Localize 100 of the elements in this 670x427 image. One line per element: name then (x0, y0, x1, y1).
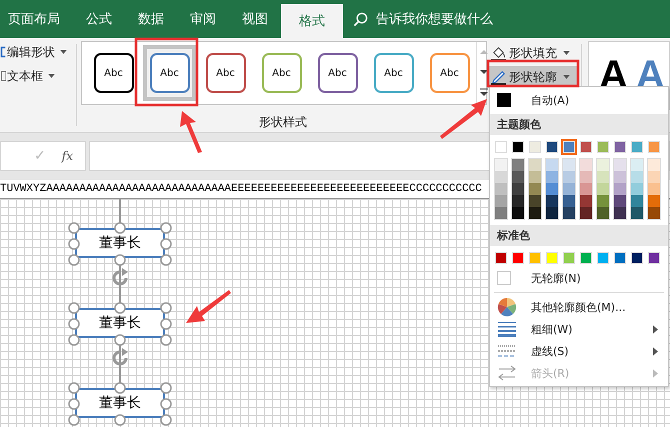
color-swatch[interactable] (614, 159, 626, 171)
ribbon-button[interactable]: 形状填充 (487, 42, 579, 64)
color-swatch[interactable] (631, 171, 643, 183)
caret-icon (60, 50, 67, 54)
color-swatch[interactable] (529, 195, 541, 207)
color-swatch[interactable] (546, 195, 558, 207)
color-swatch[interactable] (495, 171, 507, 183)
selection-handles[interactable] (68, 302, 172, 346)
color-swatch[interactable] (614, 141, 626, 153)
ribbon-tab[interactable]: 页面布局 (0, 0, 73, 38)
color-swatch[interactable] (512, 195, 524, 207)
color-swatch[interactable] (597, 171, 609, 183)
color-swatch[interactable] (529, 159, 541, 171)
color-swatch[interactable] (614, 195, 626, 207)
color-swatch[interactable] (580, 141, 592, 153)
color-swatch[interactable] (563, 252, 575, 264)
color-wheel-icon (497, 297, 517, 317)
color-swatch[interactable] (563, 171, 575, 183)
color-swatch[interactable] (580, 171, 592, 183)
color-swatch[interactable] (546, 159, 558, 171)
menu-item[interactable]: 其他轮廓颜色(M)... (490, 296, 668, 318)
color-swatch[interactable] (546, 141, 558, 153)
color-swatch[interactable] (580, 207, 592, 219)
ribbon-button[interactable]: 编辑形状 (0, 42, 74, 62)
color-swatch[interactable] (580, 183, 592, 195)
color-swatch[interactable] (631, 141, 643, 153)
color-swatch[interactable] (648, 159, 660, 171)
org-chart-box[interactable]: 董事长 (75, 388, 165, 418)
color-swatch[interactable] (563, 195, 575, 207)
column-letters: TUVWXYZAAAAAAAAAAAAAAAAAAAAAAAAAAAAEEEEEEEEEEEEEEEEEEEEEEEEEEECCCCCCCCCCC (0, 183, 482, 195)
ribbon-tab[interactable]: 审阅 (177, 0, 229, 38)
menu-item[interactable]: 无轮廓(N) (490, 267, 668, 289)
color-swatch[interactable] (597, 252, 609, 264)
ribbon-tab[interactable]: 数据 (125, 0, 177, 38)
menu-item[interactable]: 粗细(W) (490, 318, 668, 340)
color-swatch[interactable] (631, 207, 643, 219)
ribbon-tab[interactable]: 视图 (229, 0, 281, 38)
org-chart-box[interactable]: 董事长 (75, 308, 165, 338)
color-swatch[interactable] (512, 183, 524, 195)
pointer-arrow (440, 99, 487, 139)
menu-item[interactable]: 虚线(S) (490, 340, 668, 362)
color-swatch[interactable] (597, 159, 609, 171)
color-swatch[interactable] (648, 171, 660, 183)
color-swatch[interactable] (648, 141, 660, 153)
selection-handles[interactable] (68, 382, 172, 426)
selection-handles[interactable] (68, 222, 172, 266)
color-swatch[interactable] (495, 207, 507, 219)
org-chart-box[interactable]: 董事长 (75, 228, 165, 258)
color-swatch[interactable] (529, 141, 541, 153)
color-swatch[interactable] (563, 183, 575, 195)
color-swatch[interactable] (631, 252, 643, 264)
color-swatch[interactable] (597, 207, 609, 219)
color-swatch[interactable] (495, 159, 507, 171)
color-swatch[interactable] (512, 207, 524, 219)
color-swatch[interactable] (546, 207, 558, 219)
color-swatch[interactable] (546, 183, 558, 195)
color-swatch[interactable] (495, 195, 507, 207)
color-swatch[interactable] (546, 252, 558, 264)
color-swatch[interactable] (529, 183, 541, 195)
color-swatch[interactable] (512, 141, 524, 153)
color-swatch[interactable] (648, 195, 660, 207)
color-swatch[interactable] (597, 195, 609, 207)
color-swatch[interactable] (597, 141, 609, 153)
color-swatch[interactable] (648, 183, 660, 195)
style-swatch[interactable]: Abc (143, 45, 196, 101)
color-swatch[interactable] (529, 171, 541, 183)
color-swatch[interactable] (563, 141, 575, 153)
ribbon-tab[interactable]: 公式 (73, 0, 125, 38)
color-swatch[interactable] (631, 159, 643, 171)
color-swatch[interactable] (648, 207, 660, 219)
color-swatch[interactable] (495, 141, 507, 153)
color-swatch[interactable] (580, 252, 592, 264)
color-swatch[interactable] (580, 195, 592, 207)
highlight-frame (134, 38, 198, 106)
color-swatch[interactable] (648, 252, 660, 264)
color-swatch[interactable] (512, 159, 524, 171)
color-swatch[interactable] (563, 207, 575, 219)
color-swatch[interactable] (546, 171, 558, 183)
color-swatch[interactable] (631, 183, 643, 195)
color-swatch[interactable] (614, 183, 626, 195)
color-swatch[interactable] (563, 159, 575, 171)
color-swatch[interactable] (512, 171, 524, 183)
ribbon-tab[interactable]: 格式 (281, 4, 343, 38)
color-swatch[interactable] (614, 171, 626, 183)
pointer-arrow (186, 290, 231, 323)
color-swatch[interactable] (495, 183, 507, 195)
color-swatch[interactable] (529, 252, 541, 264)
color-swatch[interactable] (614, 207, 626, 219)
color-swatch[interactable] (512, 252, 524, 264)
menu-item[interactable]: 自动(A) (490, 89, 668, 111)
tell-me-field[interactable]: 告诉我你想要做什么 (374, 10, 528, 28)
color-swatch[interactable] (614, 252, 626, 264)
color-swatch[interactable] (597, 183, 609, 195)
ribbon-button[interactable]: 文本框 (0, 66, 74, 86)
section-header: 主题颜色 (490, 114, 668, 135)
color-swatch[interactable] (529, 207, 541, 219)
color-swatch[interactable] (631, 195, 643, 207)
color-swatch[interactable] (495, 252, 507, 264)
color-swatch[interactable] (580, 159, 592, 171)
insert-function-button[interactable]: fx (62, 149, 73, 163)
